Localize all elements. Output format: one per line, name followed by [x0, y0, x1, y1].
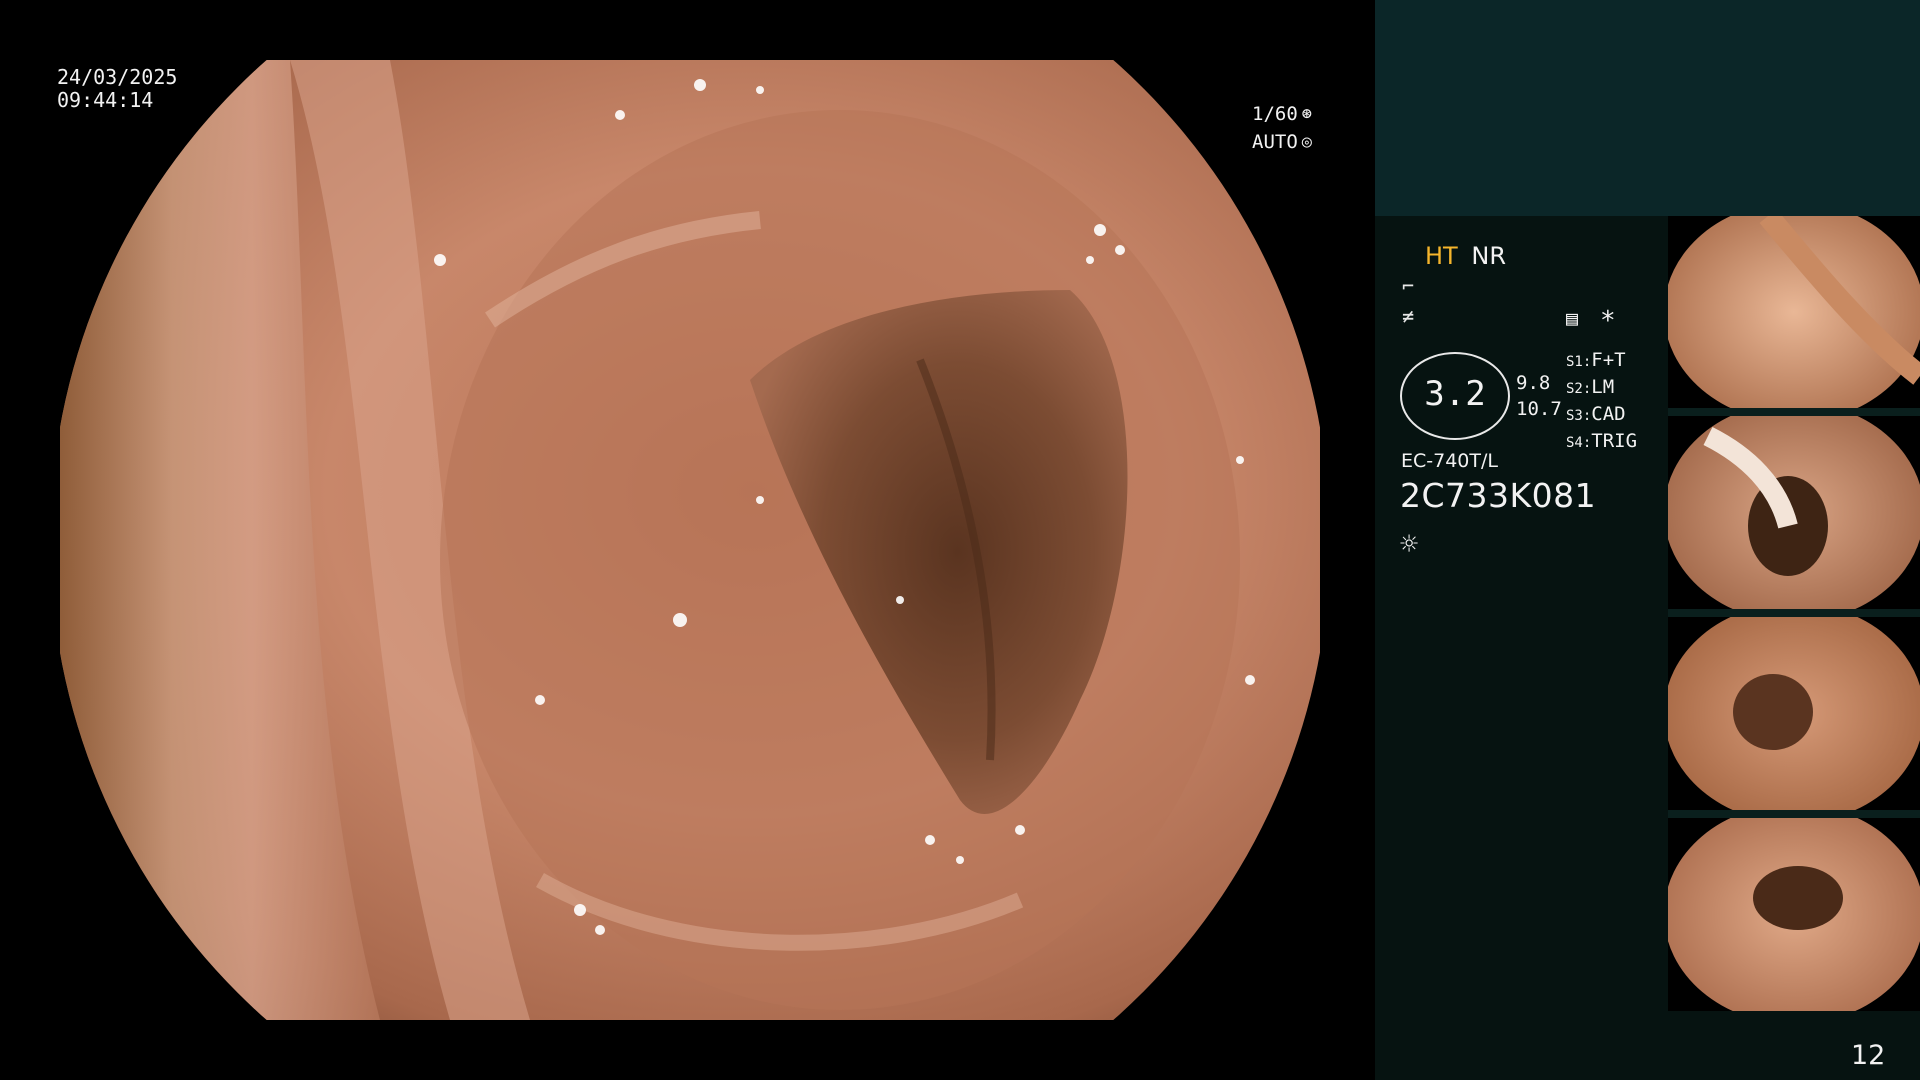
page-number: 12	[1851, 1040, 1886, 1071]
switch-value: CAD	[1591, 403, 1626, 425]
structure-icon: ≠	[1402, 304, 1415, 328]
thumbnail-divider	[1668, 810, 1920, 818]
switch-value: LM	[1591, 376, 1615, 398]
enhance-icon: ⌐	[1402, 274, 1415, 298]
exposure-overlay: 1/60 ⊛ AUTO ◎	[1252, 100, 1312, 156]
thumbnail-1[interactable]	[1668, 216, 1920, 409]
iris-icon: ◎	[1301, 132, 1313, 152]
endoscope-image-drawing	[60, 60, 1320, 1020]
zoom-sub-value-2: 10.7	[1516, 398, 1562, 420]
switch-key: S4:	[1566, 435, 1592, 451]
switch-assignment-list: S1:F+T S2:LM S3:CAD S4:TRIG	[1566, 348, 1637, 456]
thumbnail-3-image	[1668, 617, 1920, 810]
date-label: 24/03/2025	[57, 65, 178, 89]
switch-row: S1:F+T	[1566, 348, 1637, 375]
switch-row: S4:TRIG	[1566, 429, 1637, 456]
panel-header-area	[1375, 0, 1920, 216]
shutter-value: 1/60	[1252, 103, 1298, 125]
thumbnail-1-image	[1668, 216, 1920, 409]
switch-key: S3:	[1566, 408, 1592, 424]
zoom-value: 3.2	[1424, 374, 1486, 414]
switch-value: TRIG	[1591, 430, 1638, 452]
mode-nr-label: NR	[1471, 242, 1506, 270]
thumbnail-2-image	[1668, 416, 1920, 609]
endoscope-image	[60, 60, 1320, 1020]
memo-icon: ▤	[1566, 306, 1579, 330]
switch-value: F+T	[1591, 349, 1626, 371]
light-icon: ☼	[1400, 527, 1419, 562]
mode-indicators: HT NR	[1425, 242, 1506, 270]
thumbnail-4[interactable]	[1668, 818, 1920, 1011]
asterisk-icon: *	[1600, 306, 1616, 336]
switch-row: S3:CAD	[1566, 402, 1637, 429]
switch-key: S2:	[1566, 381, 1592, 397]
thumbnail-divider	[1668, 609, 1920, 617]
scope-serial-label: 2C733K081	[1400, 476, 1597, 515]
thumbnail-divider	[1668, 408, 1920, 416]
time-label: 09:44:14	[57, 88, 154, 112]
switch-key: S1:	[1566, 354, 1592, 370]
zoom-sub-value-1: 9.8	[1516, 372, 1551, 394]
thumbnail-2[interactable]	[1668, 416, 1920, 609]
scope-model-label: EC-740T/L	[1401, 450, 1498, 472]
mode-ht-label: HT	[1425, 242, 1458, 270]
switch-row: S2:LM	[1566, 375, 1637, 402]
thumbnail-4-image	[1668, 818, 1920, 1011]
datetime-overlay: 24/03/2025 09:44:14	[57, 66, 177, 112]
thumbnail-3[interactable]	[1668, 617, 1920, 810]
iris-value: AUTO	[1252, 131, 1298, 153]
aperture-icon: ⊛	[1301, 104, 1313, 124]
